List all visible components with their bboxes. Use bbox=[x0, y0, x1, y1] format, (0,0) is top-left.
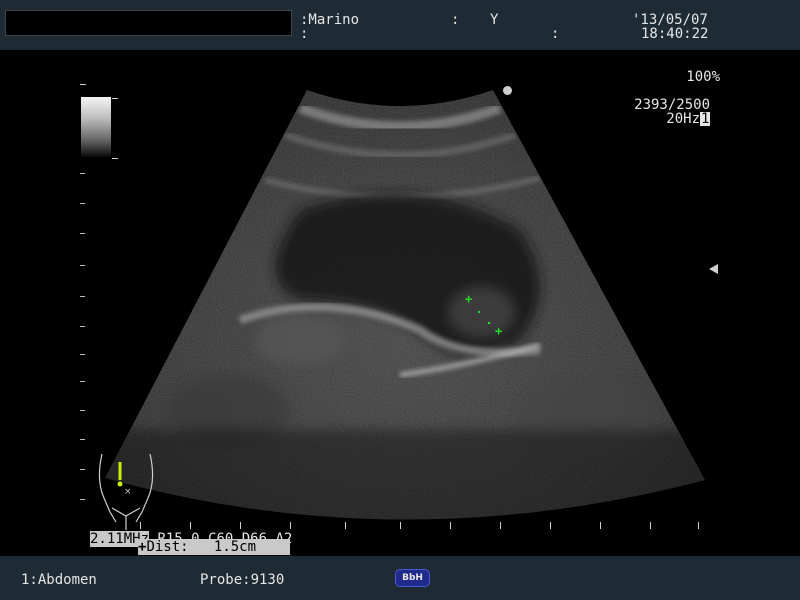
body-marker-icon: × bbox=[98, 453, 154, 530]
depth-tick bbox=[80, 233, 85, 234]
depth-tick bbox=[80, 499, 85, 500]
depth-tick bbox=[80, 381, 85, 382]
grayscale-tick bbox=[112, 98, 118, 99]
caliper-start-marker[interactable]: + bbox=[465, 293, 472, 305]
svg-text:×: × bbox=[124, 487, 132, 497]
lateral-scale-tick bbox=[698, 522, 699, 529]
lateral-scale-tick bbox=[190, 522, 191, 529]
lateral-scale-tick bbox=[650, 522, 651, 529]
frame-rate: 20Hz bbox=[666, 111, 700, 127]
lateral-scale-tick bbox=[290, 522, 291, 529]
lateral-scale-tick bbox=[140, 522, 141, 529]
lateral-scale-tick bbox=[550, 522, 551, 529]
distance-measurement: +Dist: 1.5cm bbox=[138, 539, 290, 555]
exam-preset[interactable]: 1:Abdomen bbox=[21, 573, 97, 587]
depth-tick bbox=[80, 173, 85, 174]
lateral-scale-tick bbox=[450, 522, 451, 529]
depth-tick bbox=[80, 265, 85, 266]
lateral-scale-tick bbox=[400, 522, 401, 529]
lateral-scale-tick bbox=[345, 522, 346, 529]
zoom-level: 100% bbox=[686, 69, 720, 85]
depth-tick bbox=[80, 203, 85, 204]
probe-info[interactable]: Probe:9130 bbox=[200, 573, 284, 587]
probe-orientation-marker bbox=[503, 86, 512, 95]
depth-tick bbox=[80, 326, 85, 327]
caliper-dot bbox=[478, 311, 480, 313]
distance-label: Dist: bbox=[146, 539, 189, 555]
caliper-dot bbox=[488, 322, 490, 324]
depth-tick bbox=[80, 410, 85, 411]
lateral-scale-tick bbox=[600, 522, 601, 529]
bbh-badge[interactable]: BbH bbox=[395, 569, 430, 587]
grayscale-bar bbox=[81, 97, 111, 157]
distance-value: 1.5cm bbox=[213, 539, 257, 555]
focus-marker-icon[interactable] bbox=[709, 264, 718, 274]
caliper-end-marker[interactable]: + bbox=[495, 325, 502, 337]
depth-tick bbox=[80, 354, 85, 355]
depth-tick bbox=[80, 296, 85, 297]
frame-rate-index: 1 bbox=[700, 111, 711, 127]
lateral-scale-tick bbox=[240, 522, 241, 529]
depth-tick bbox=[80, 439, 85, 440]
frame-counter: 2393/2500 bbox=[634, 97, 710, 113]
depth-tick bbox=[80, 469, 85, 470]
grayscale-tick bbox=[80, 84, 86, 85]
lateral-scale-tick bbox=[500, 522, 501, 529]
grayscale-tick bbox=[112, 158, 118, 159]
